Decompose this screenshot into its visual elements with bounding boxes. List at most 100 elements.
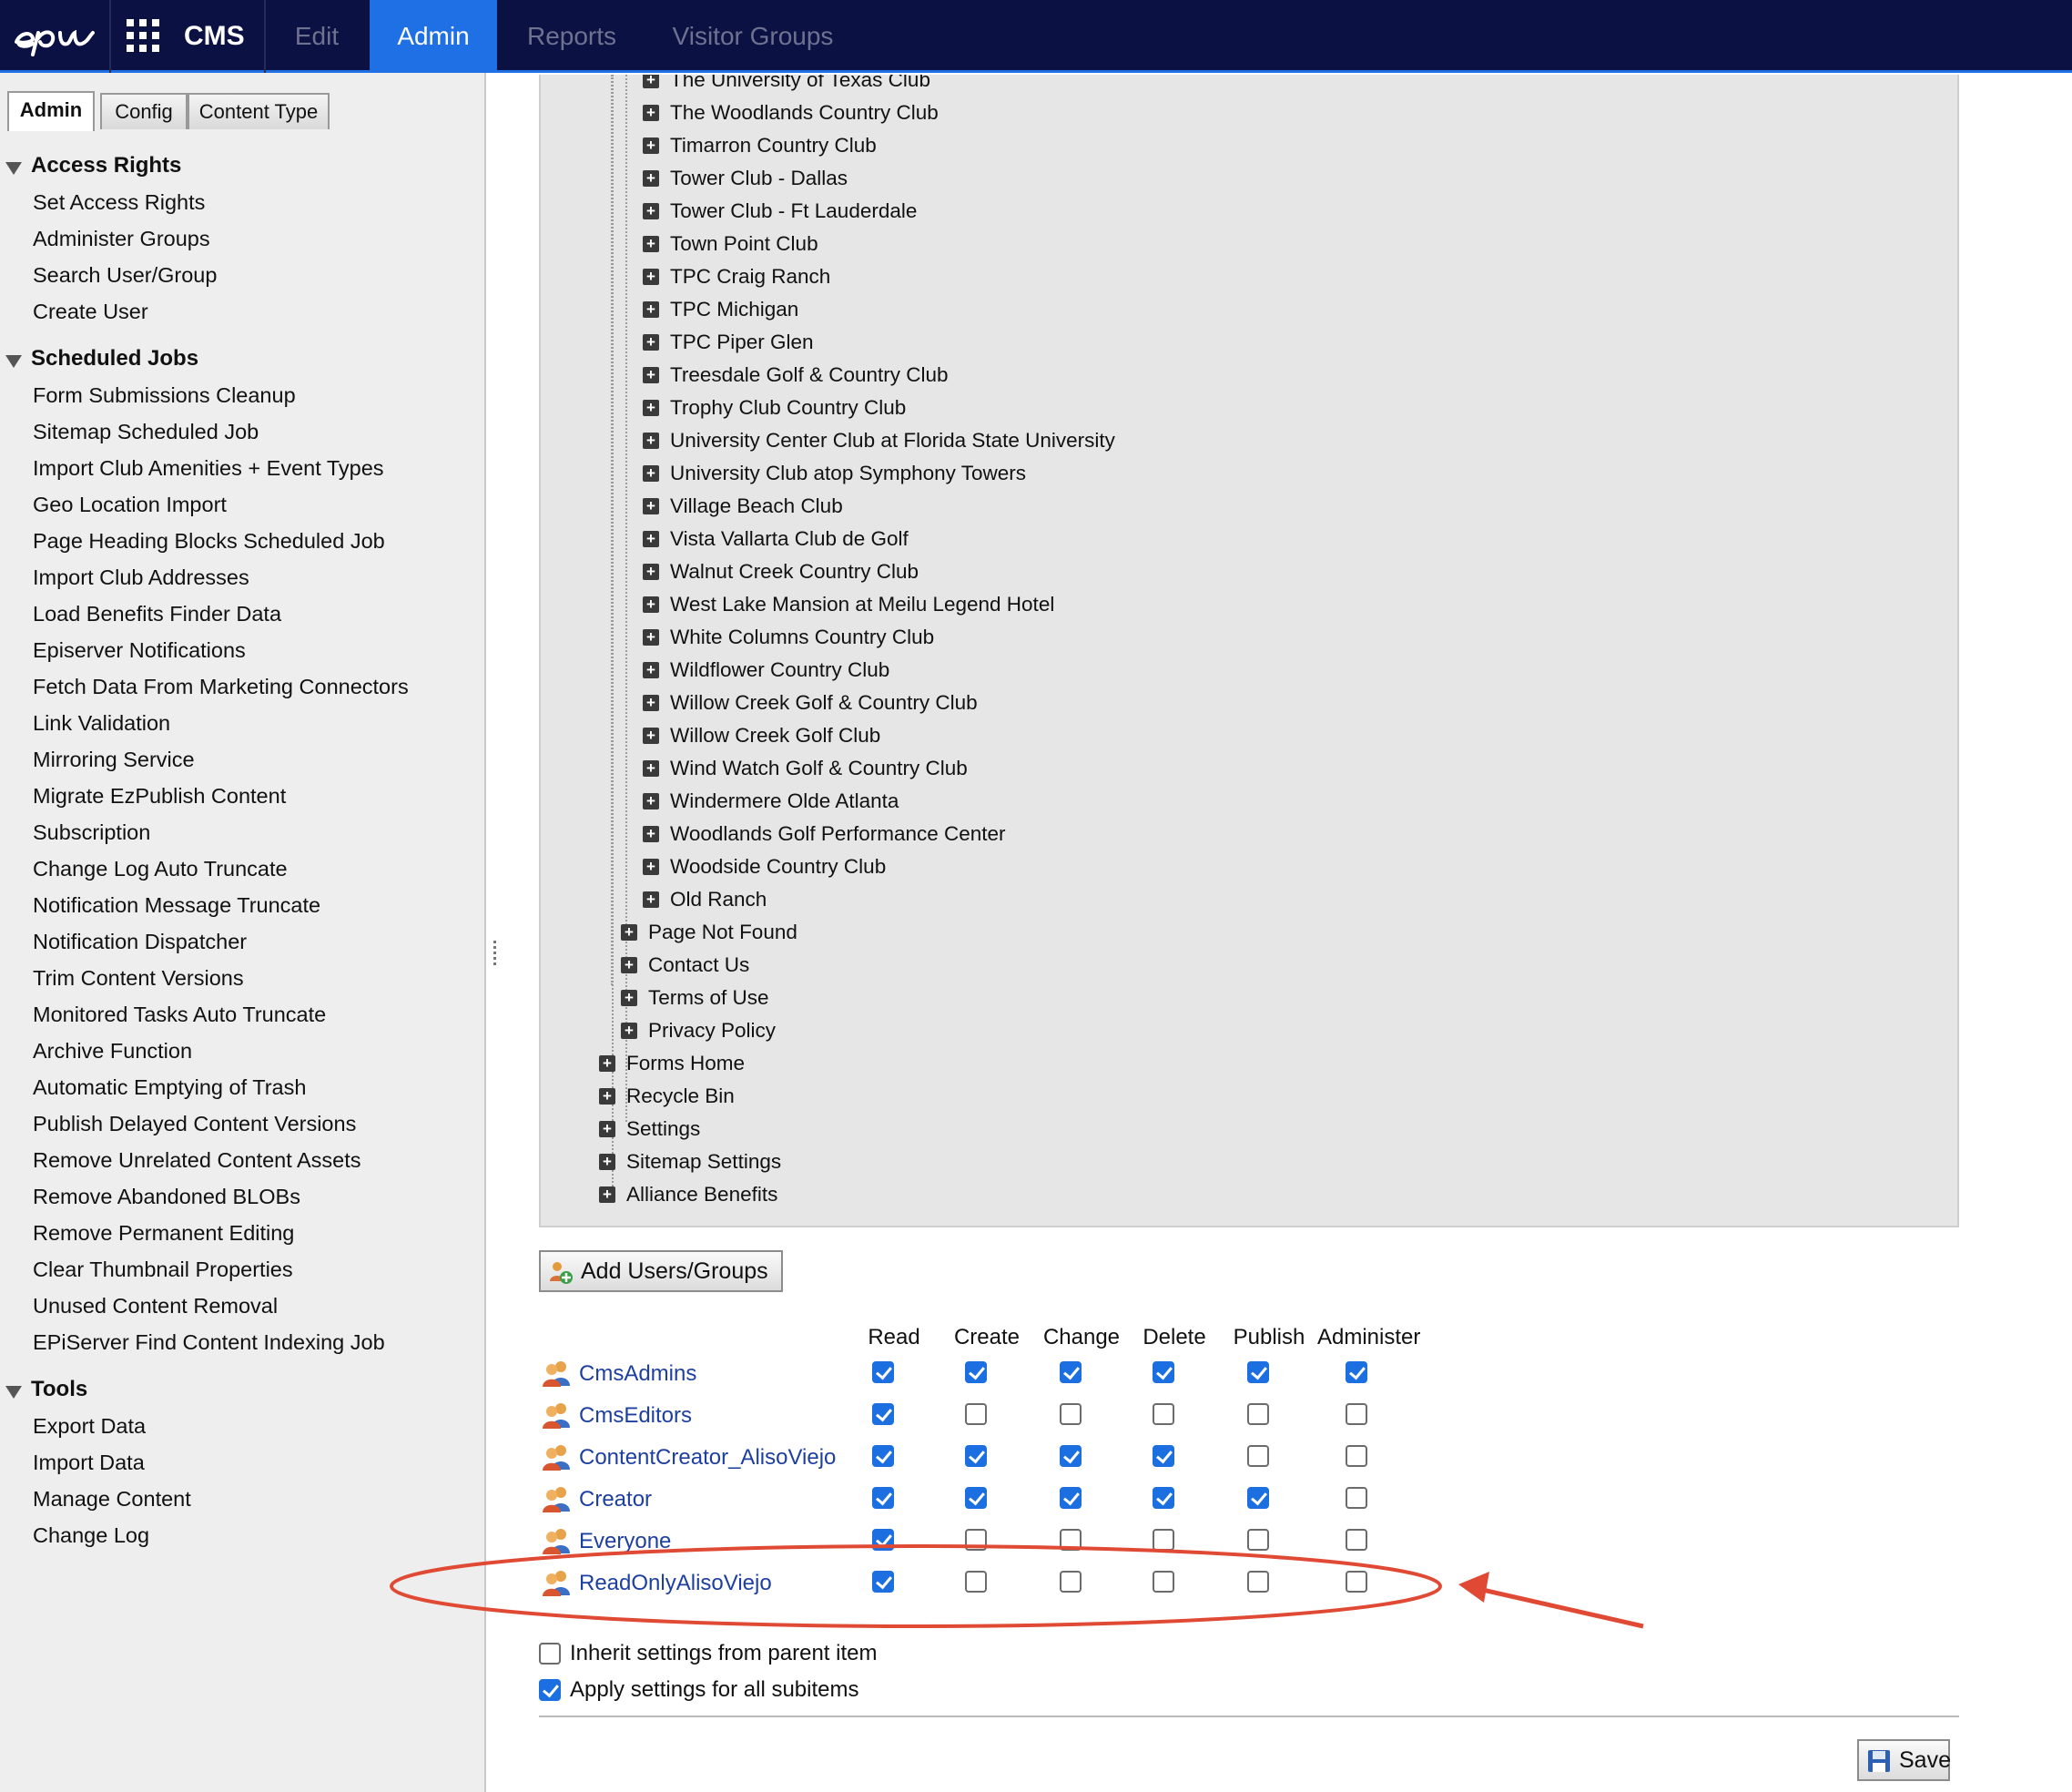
tree-node-club[interactable]: + Tower Club - Ft Lauderdale <box>643 195 917 228</box>
permission-checkbox[interactable] <box>1346 1571 1367 1593</box>
tree-node-club[interactable]: + Windermere Olde Atlanta <box>643 785 899 818</box>
permission-checkbox[interactable] <box>1247 1571 1269 1593</box>
sidebar-item[interactable]: Publish Delayed Content Versions <box>0 1105 484 1142</box>
permission-checkbox[interactable] <box>965 1403 987 1425</box>
permission-checkbox[interactable] <box>872 1487 894 1509</box>
permission-checkbox[interactable] <box>1153 1403 1174 1425</box>
sidebar-item[interactable]: Export Data <box>0 1408 484 1444</box>
sidebar-item[interactable]: Archive Function <box>0 1033 484 1069</box>
sidebar-section-header[interactable]: Access Rights <box>0 148 484 184</box>
sidebar-section-header[interactable]: Tools <box>0 1371 484 1408</box>
expand-plus-icon[interactable]: + <box>599 1186 615 1203</box>
tree-node-club[interactable]: + Town Point Club <box>643 228 818 260</box>
sidebar-item[interactable]: Import Club Addresses <box>0 559 484 596</box>
tree-node-club[interactable]: + TPC Craig Ranch <box>643 260 830 293</box>
expand-plus-icon[interactable]: + <box>643 531 659 547</box>
sidebar-item[interactable]: Sitemap Scheduled Job <box>0 413 484 450</box>
episerver-logo[interactable] <box>11 13 102 60</box>
inherit-settings-checkbox[interactable] <box>539 1643 561 1665</box>
permission-checkbox[interactable] <box>872 1361 894 1383</box>
sidebar-tab-admin[interactable]: Admin <box>7 91 95 131</box>
tree-node-club[interactable]: + University Club atop Symphony Towers <box>643 457 1026 490</box>
sidebar-item[interactable]: Mirroring Service <box>0 741 484 778</box>
tree-node-club[interactable]: + University Center Club at Florida State… <box>643 424 1115 457</box>
expand-plus-icon[interactable]: + <box>621 1023 637 1039</box>
permission-checkbox[interactable] <box>1346 1403 1367 1425</box>
sidebar-tab-content-type[interactable]: Content Type <box>188 93 330 129</box>
expand-plus-icon[interactable]: + <box>643 203 659 219</box>
sidebar-item[interactable]: Form Submissions Cleanup <box>0 377 484 413</box>
sidebar-item[interactable]: Notification Dispatcher <box>0 923 484 960</box>
group-name-link[interactable]: ReadOnlyAlisoViejo <box>579 1563 772 1604</box>
sidebar-item[interactable]: Search User/Group <box>0 257 484 293</box>
expand-plus-icon[interactable]: + <box>599 1088 615 1105</box>
permission-checkbox[interactable] <box>1153 1571 1174 1593</box>
tree-node-club[interactable]: + Willow Creek Golf Club <box>643 719 880 752</box>
sidebar-item[interactable]: Remove Permanent Editing <box>0 1215 484 1251</box>
permission-checkbox[interactable] <box>1060 1571 1082 1593</box>
permission-checkbox[interactable] <box>1346 1361 1367 1383</box>
expand-plus-icon[interactable]: + <box>643 236 659 252</box>
sidebar-item[interactable]: Automatic Emptying of Trash <box>0 1069 484 1105</box>
sidebar-item[interactable]: Page Heading Blocks Scheduled Job <box>0 523 484 559</box>
expand-plus-icon[interactable]: + <box>643 695 659 711</box>
expand-plus-icon[interactable]: + <box>643 334 659 351</box>
sidebar-item[interactable]: Remove Abandoned BLOBs <box>0 1178 484 1215</box>
sidebar-item[interactable]: Episerver Notifications <box>0 632 484 668</box>
expand-plus-icon[interactable]: + <box>643 629 659 646</box>
sidebar-item[interactable]: Link Validation <box>0 705 484 741</box>
expand-plus-icon[interactable]: + <box>643 170 659 187</box>
sidebar-item[interactable]: Import Data <box>0 1444 484 1481</box>
tree-node-club[interactable]: + White Columns Country Club <box>643 621 934 654</box>
expand-plus-icon[interactable]: + <box>599 1121 615 1137</box>
expand-plus-icon[interactable]: + <box>643 760 659 777</box>
tree-node-club[interactable]: + The Woodlands Country Club <box>643 97 939 129</box>
permission-checkbox[interactable] <box>1247 1529 1269 1551</box>
expand-plus-icon[interactable]: + <box>643 826 659 842</box>
sidebar-item[interactable]: Administer Groups <box>0 220 484 257</box>
tree-node-club[interactable]: + Woodside Country Club <box>643 850 886 883</box>
expand-plus-icon[interactable]: + <box>599 1154 615 1170</box>
sidebar-item[interactable]: Clear Thumbnail Properties <box>0 1251 484 1288</box>
permission-checkbox[interactable] <box>1247 1403 1269 1425</box>
tab-admin[interactable]: Admin <box>370 0 497 73</box>
collapse-triangle-icon[interactable] <box>5 162 22 175</box>
sidebar-item[interactable]: Monitored Tasks Auto Truncate <box>0 996 484 1033</box>
tree-node-club[interactable]: + The University of Texas Club <box>643 75 930 97</box>
tree-node-club[interactable]: + TPC Michigan <box>643 293 798 326</box>
save-button[interactable]: Save <box>1857 1739 1951 1781</box>
permission-checkbox[interactable] <box>965 1487 987 1509</box>
sidebar-item[interactable]: Manage Content <box>0 1481 484 1517</box>
expand-plus-icon[interactable]: + <box>643 400 659 416</box>
expand-plus-icon[interactable]: + <box>621 924 637 941</box>
group-name-link[interactable]: CmsEditors <box>579 1395 692 1437</box>
tree-node-page[interactable]: + Terms of Use <box>621 982 769 1014</box>
permission-checkbox[interactable] <box>1060 1487 1082 1509</box>
sidebar-item[interactable]: Change Log <box>0 1517 484 1553</box>
permission-checkbox[interactable] <box>1060 1529 1082 1551</box>
tree-node-page[interactable]: + Contact Us <box>621 949 749 982</box>
tree-node-club[interactable]: + Tower Club - Dallas <box>643 162 848 195</box>
tree-node-root[interactable]: + Forms Home <box>599 1047 745 1080</box>
tree-node-club[interactable]: + Village Beach Club <box>643 490 843 523</box>
permission-checkbox[interactable] <box>872 1403 894 1425</box>
sidebar-item[interactable]: Remove Unrelated Content Assets <box>0 1142 484 1178</box>
permission-checkbox[interactable] <box>1153 1361 1174 1383</box>
expand-plus-icon[interactable]: + <box>643 596 659 613</box>
sidebar-tab-config[interactable]: Config <box>100 93 188 129</box>
permission-checkbox[interactable] <box>965 1445 987 1467</box>
expand-plus-icon[interactable]: + <box>643 662 659 678</box>
tab-edit[interactable]: Edit <box>266 0 368 73</box>
tree-node-root[interactable]: + Alliance Benefits <box>599 1178 777 1211</box>
tree-node-club[interactable]: + West Lake Mansion at Meilu Legend Hotel <box>643 588 1054 621</box>
sidebar-item[interactable]: Fetch Data From Marketing Connectors <box>0 668 484 705</box>
expand-plus-icon[interactable]: + <box>643 367 659 383</box>
tab-visitor-groups[interactable]: Visitor Groups <box>657 0 848 73</box>
add-users-groups-button[interactable]: Add Users/Groups <box>539 1250 783 1292</box>
tree-node-club[interactable]: + Wildflower Country Club <box>643 654 889 687</box>
tree-node-root[interactable]: + Sitemap Settings <box>599 1145 781 1178</box>
permission-checkbox[interactable] <box>872 1445 894 1467</box>
group-name-link[interactable]: CmsAdmins <box>579 1353 696 1395</box>
permission-checkbox[interactable] <box>1153 1445 1174 1467</box>
permission-checkbox[interactable] <box>872 1571 894 1593</box>
